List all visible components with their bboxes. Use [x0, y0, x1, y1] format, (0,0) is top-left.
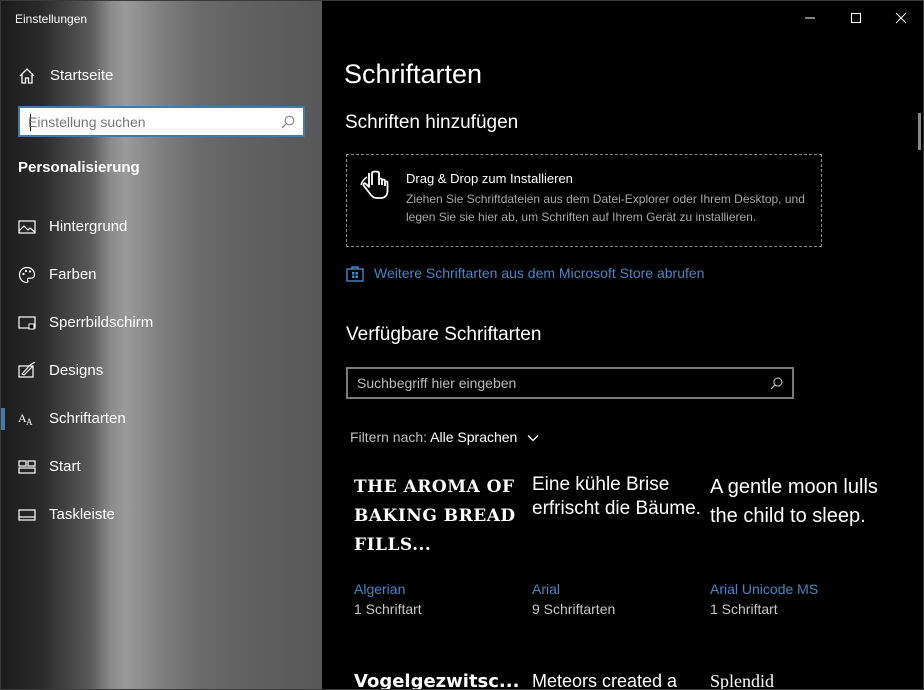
sidebar-item-label: Start: [49, 458, 81, 475]
sidebar-item-start[interactable]: Start: [1, 447, 322, 487]
lockscreen-icon: [18, 314, 36, 332]
sidebar-item-sperrbildschirm[interactable]: Sperrbildschirm: [1, 303, 322, 343]
font-preview: A gentle moon lulls the child to sleep.: [710, 476, 878, 527]
brush-icon: [18, 361, 36, 380]
font-search-input[interactable]: [357, 374, 757, 392]
font-preview: Eine kühle Brise erfrischt die Bäume.: [532, 474, 701, 519]
sidebar-item-hintergrund[interactable]: Hintergrund: [1, 207, 322, 247]
filter-label: Filtern nach:: [350, 429, 428, 445]
font-card-arial[interactable]: Eine kühle Brise erfrischt die Bäume. Ar…: [532, 473, 702, 623]
picture-icon: [18, 218, 36, 236]
drop-zone-description: Ziehen Sie Schriftdateien aus dem Datei-…: [406, 192, 805, 224]
sidebar-item-label: Schriftarten: [49, 410, 126, 427]
font-count: 9 Schriftarten: [532, 601, 616, 617]
font-name: Arial Unicode MS: [710, 581, 819, 597]
settings-search-box[interactable]: [18, 106, 305, 137]
font-drop-zone[interactable]: Drag & Drop zum Installieren Ziehen Sie …: [346, 154, 822, 247]
add-fonts-heading: Schriften hinzufügen: [345, 112, 519, 133]
sidebar-item-label: Hintergrund: [49, 218, 128, 235]
app-title: Einstellungen: [15, 12, 88, 26]
sidebar-item-label: Farben: [49, 266, 97, 283]
font-count: 1 Schriftart: [710, 601, 778, 617]
chevron-down-icon: [527, 435, 539, 442]
sidebar-item-taskleiste[interactable]: Taskleiste: [1, 495, 322, 535]
font-card-arial-unicode-ms[interactable]: A gentle moon lulls the child to sleep. …: [710, 473, 880, 623]
filter-value: Alle Sprachen: [430, 429, 518, 445]
sidebar-item-label: Taskleiste: [49, 506, 115, 523]
store-link-text: Weitere Schriftarten aus dem Microsoft S…: [374, 265, 705, 281]
settings-search-input[interactable]: [28, 112, 276, 132]
language-filter-dropdown[interactable]: Filtern nach: Alle Sprachen: [350, 429, 539, 445]
sidebar-item-label: Sperrbildschirm: [49, 314, 154, 331]
page-title: Schriftarten: [344, 59, 483, 89]
font-card-preview-partial[interactable]: Meteors created a: [532, 671, 702, 689]
sidebar-item-designs[interactable]: Designs: [1, 351, 322, 391]
font-card-preview-partial[interactable]: Vogelgezwitsc...: [354, 671, 524, 689]
search-icon[interactable]: [281, 115, 295, 129]
font-card-preview-partial[interactable]: Splendid: [710, 671, 880, 689]
home-icon: [18, 67, 36, 85]
font-preview: THE AROMA OF BAKING BREAD FILLS...: [354, 477, 516, 555]
home-label: Startseite: [50, 67, 114, 84]
font-search-box[interactable]: [346, 367, 794, 399]
sidebar: Einstellungen Startseite Personalisierun…: [1, 1, 322, 689]
search-icon[interactable]: [770, 377, 783, 390]
svg-text:A: A: [26, 417, 33, 427]
settings-window: Einstellungen Startseite Personalisierun…: [0, 0, 924, 690]
font-icon: AA: [18, 410, 36, 428]
available-fonts-heading: Verfügbare Schriftarten: [346, 324, 542, 345]
palette-icon: [18, 266, 36, 284]
drop-zone-title: Drag & Drop zum Installieren: [406, 171, 573, 186]
home-link[interactable]: Startseite: [1, 57, 322, 93]
sidebar-item-schriftarten[interactable]: AA Schriftarten: [1, 399, 322, 439]
font-name: Algerian: [354, 581, 406, 597]
main-content: Schriftarten Schriften hinzufügen Drag &…: [322, 1, 923, 689]
font-card-algerian[interactable]: THE AROMA OF BAKING BREAD FILLS... Alger…: [354, 473, 524, 623]
sidebar-item-farben[interactable]: Farben: [1, 255, 322, 295]
font-name: Arial: [532, 581, 561, 597]
taskbar-icon: [18, 506, 36, 524]
scrollbar-thumb[interactable]: [918, 113, 921, 150]
sidebar-item-label: Designs: [49, 362, 104, 379]
start-icon: [18, 458, 36, 476]
font-count: 1 Schriftart: [354, 601, 422, 617]
drag-hand-icon: [359, 167, 395, 203]
store-bag-icon: [346, 264, 364, 282]
section-heading: Personalisierung: [18, 159, 140, 176]
